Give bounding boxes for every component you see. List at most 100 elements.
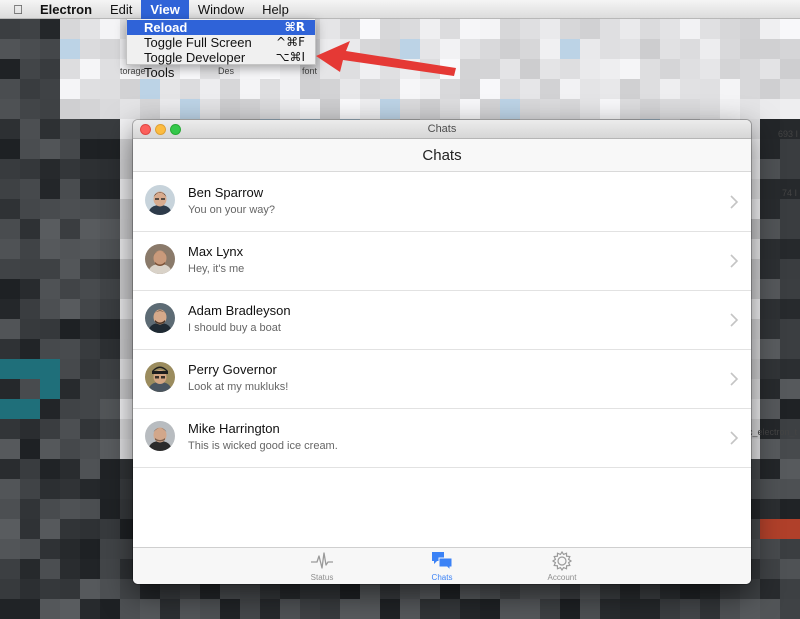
background-pixel (20, 119, 40, 139)
background-pixel (480, 79, 500, 99)
chat-row-ben-sparrow[interactable]: Ben Sparrow You on your way? (133, 173, 751, 232)
background-pixel (100, 239, 120, 259)
background-pixel (20, 159, 40, 179)
background-pixel (80, 319, 100, 339)
tab-bar: Status Chats Account (133, 547, 751, 584)
background-pixel (580, 99, 600, 119)
background-pixel (40, 259, 60, 279)
background-pixel (60, 39, 80, 59)
background-pixel (60, 279, 80, 299)
background-pixel (660, 599, 680, 619)
background-pixel (780, 339, 800, 359)
avatar (145, 303, 175, 333)
chat-message-preview: You on your way? (188, 204, 276, 216)
minimize-window-button[interactable] (155, 124, 166, 135)
chat-row-mike-harrington[interactable]: Mike Harrington This is wicked good ice … (133, 409, 751, 468)
background-pixel (460, 19, 480, 39)
background-pixel (80, 379, 100, 399)
background-pixel (0, 299, 20, 319)
background-pixel (760, 119, 780, 139)
background-pixel (60, 459, 80, 479)
menu-help[interactable]: Help (253, 0, 298, 19)
background-pixel (0, 79, 20, 99)
menu-window[interactable]: Window (189, 0, 253, 19)
tab-account[interactable]: Account (502, 548, 622, 584)
close-window-button[interactable] (140, 124, 151, 135)
background-pixel (0, 99, 20, 119)
chat-row-max-lynx[interactable]: Max Lynx Hey, it's me (133, 232, 751, 291)
background-pixel (600, 79, 620, 99)
background-pixel (40, 459, 60, 479)
chat-row-adam-bradleyson[interactable]: Adam Bradleyson I should buy a boat (133, 291, 751, 350)
background-pixel (780, 599, 800, 619)
background-pixel (120, 599, 140, 619)
background-pixel (60, 199, 80, 219)
chevron-right-icon (730, 431, 739, 445)
background-pixel (540, 39, 560, 59)
background-pixel (420, 19, 440, 39)
background-pixel (40, 159, 60, 179)
tab-status[interactable]: Status (262, 548, 382, 584)
background-pixel (260, 79, 280, 99)
background-pixel (20, 239, 40, 259)
menu-view[interactable]: View (141, 0, 189, 19)
background-pixel (60, 239, 80, 259)
background-pixel (40, 239, 60, 259)
chevron-right-icon (730, 313, 739, 327)
background-pixel (40, 299, 60, 319)
background-pixel (60, 599, 80, 619)
menu-item-full-screen-label: Toggle Full Screen (144, 35, 252, 50)
menu-edit[interactable]: Edit (101, 0, 141, 19)
avatar (145, 185, 175, 215)
background-pixel (400, 599, 420, 619)
background-pixel (60, 399, 80, 419)
background-pixel (80, 219, 100, 239)
background-pixel (460, 59, 480, 79)
apple-icon[interactable]:  (0, 2, 36, 17)
background-pixel (80, 279, 100, 299)
maximize-window-button[interactable] (170, 124, 181, 135)
tab-chats-label: Chats (431, 573, 453, 582)
menu-bar:  Electron Edit View Window Help (0, 0, 800, 19)
background-pixel (720, 39, 740, 59)
background-pixel (100, 199, 120, 219)
background-pixel (280, 599, 300, 619)
background-pixel (80, 539, 100, 559)
background-pixel (760, 319, 780, 339)
background-pixel (640, 39, 660, 59)
background-pixel (180, 79, 200, 99)
background-pixel (80, 339, 100, 359)
background-pixel (40, 139, 60, 159)
menu-item-toggle-full-screen[interactable]: Toggle Full Screen ^⌘F (127, 35, 315, 50)
chat-row-perry-governor[interactable]: Perry Governor Look at my mukluks! (133, 350, 751, 409)
background-pixel (760, 299, 780, 319)
background-pixel (20, 59, 40, 79)
background-pixel (380, 99, 400, 119)
background-pixel (780, 359, 800, 379)
background-pixel (760, 519, 780, 539)
background-pixel (100, 159, 120, 179)
background-pixel (520, 39, 540, 59)
background-pixel (740, 59, 760, 79)
background-pixel (20, 559, 40, 579)
background-pixel (780, 139, 800, 159)
background-pixel (400, 19, 420, 39)
menu-electron[interactable]: Electron (36, 0, 101, 19)
background-pixel (60, 499, 80, 519)
chat-name: Max Lynx (188, 244, 244, 259)
background-pixel (40, 419, 60, 439)
menu-item-toggle-dev-tools[interactable]: Toggle Developer Tools ⌥⌘I (127, 50, 315, 80)
background-pixel (600, 39, 620, 59)
background-pixel (40, 339, 60, 359)
background-pixel (100, 39, 120, 59)
background-pixel (560, 39, 580, 59)
window-title: Chats (427, 123, 457, 135)
background-pixel (100, 299, 120, 319)
background-pixel (360, 599, 380, 619)
background-pixel (780, 279, 800, 299)
background-pixel (460, 39, 480, 59)
tab-chats[interactable]: Chats (382, 548, 502, 584)
background-pixel (780, 219, 800, 239)
menu-item-reload[interactable]: Reload ⌘R (127, 20, 315, 35)
background-pixel (780, 319, 800, 339)
